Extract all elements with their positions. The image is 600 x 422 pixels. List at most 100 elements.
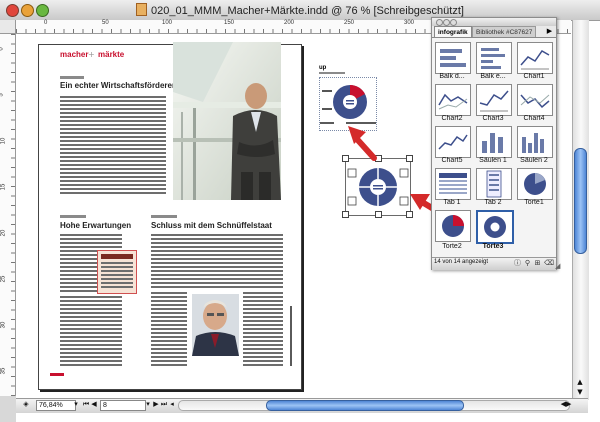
item-label: Torte2	[442, 243, 462, 250]
zoom-dropdown-icon[interactable]: ▾	[72, 399, 80, 409]
item-label: Chart2	[441, 115, 463, 122]
vertical-ruler[interactable]: 0 5 10 15 20 25 30 35	[0, 34, 16, 396]
last-page-icon[interactable]: ⏭	[160, 399, 168, 409]
bar-chart-icon	[440, 49, 466, 67]
infographic-label: up	[319, 65, 327, 71]
search-icon[interactable]: ⚲	[524, 260, 531, 267]
text-column-5[interactable]	[151, 292, 187, 366]
ruler-label: 300	[404, 20, 415, 26]
ruler-label: 35	[0, 367, 7, 375]
vertical-scroll-thumb[interactable]	[574, 148, 587, 254]
ruler-origin[interactable]	[0, 20, 16, 34]
donut-chart-icon	[484, 216, 506, 238]
bar-chart-icon	[481, 48, 505, 69]
headline-1[interactable]: Ein echter Wirtschaftsförderer	[60, 81, 175, 90]
item-torte3[interactable]	[476, 210, 514, 244]
table-icon	[486, 170, 502, 198]
brand-macher: macher	[60, 50, 89, 59]
ruler-label: 15	[0, 183, 7, 191]
line-chart-icon	[438, 134, 468, 150]
item-tab-2[interactable]	[476, 168, 512, 200]
item-saeulen-1[interactable]	[476, 126, 512, 158]
embedded-table[interactable]	[97, 250, 137, 294]
item-tab-1[interactable]	[435, 168, 471, 200]
item-label: Chart1	[523, 73, 545, 80]
item-chart5[interactable]	[435, 126, 471, 158]
kicker-line-2	[60, 215, 86, 218]
next-page-icon[interactable]: ▶	[152, 399, 160, 409]
item-label: Tab 2	[484, 199, 502, 206]
ruler-label: 250	[344, 20, 355, 26]
kicker-line-3	[151, 215, 177, 218]
palette-zoom-button[interactable]	[450, 19, 457, 26]
zoom-field[interactable]: 76,84%	[36, 400, 76, 411]
column-chart-icon	[482, 133, 503, 153]
ruler-label: 0	[0, 47, 5, 50]
scroll-left-arrow[interactable]: ◀▶	[560, 399, 572, 409]
item-label: Tab 1	[443, 199, 461, 206]
preview-toggle-icon[interactable]: ◈	[20, 399, 32, 409]
item-chart4[interactable]	[517, 84, 553, 116]
new-item-icon[interactable]: ⊞	[534, 260, 541, 267]
palette-footer: 14 von 14 angezeigt ⓘ ⚲ ⊞ ⌫	[432, 257, 556, 270]
ruler-label: 150	[224, 20, 235, 26]
bottom-left-corner	[0, 396, 16, 422]
text-column-3[interactable]	[60, 296, 122, 366]
item-label: Säulen 2	[520, 157, 548, 164]
item-label: Chart4	[523, 115, 545, 122]
ruler-label: 50	[102, 20, 109, 26]
item-chart3[interactable]	[476, 84, 512, 116]
trash-icon[interactable]: ⌫	[544, 260, 554, 267]
item-chart2[interactable]	[435, 84, 471, 116]
item-label: Balk d...	[439, 73, 465, 80]
line-chart-icon	[520, 50, 550, 70]
table-header	[101, 254, 133, 259]
kicker-line	[60, 76, 84, 79]
item-label: Chart3	[482, 115, 504, 122]
scroll-up-arrow[interactable]: ▲	[574, 377, 586, 387]
item-label: Chart5	[441, 157, 463, 164]
headline-3[interactable]: Schluss mit dem Schnüffelstaat	[151, 221, 272, 230]
text-column-1[interactable]	[60, 96, 166, 196]
palette-close-button[interactable]	[436, 19, 443, 26]
item-torte2[interactable]	[435, 210, 471, 242]
arrow-up-left	[353, 135, 377, 161]
ruler-label: 30	[0, 321, 7, 329]
line-chart-icon	[479, 90, 509, 112]
item-saeulen-2[interactable]	[517, 126, 553, 158]
item-balk-d[interactable]	[435, 42, 471, 74]
text-column-6[interactable]	[243, 292, 283, 366]
item-label: Balk e...	[480, 73, 506, 80]
item-label: Torte1	[524, 199, 544, 206]
text-column-4[interactable]	[151, 234, 283, 290]
window-title: 020_01_MMM_Macher+Märkte.indd @ 76 % [Sc…	[151, 5, 464, 17]
ruler-label: 0	[44, 20, 48, 26]
line-chart-icon	[438, 93, 468, 110]
businessman-image	[173, 42, 281, 200]
table-icon	[439, 173, 467, 194]
first-page-icon[interactable]: ⏮	[82, 399, 90, 409]
photo-businessman[interactable]	[173, 42, 281, 200]
page-field[interactable]: 8	[100, 400, 146, 411]
status-scroll-left[interactable]: ◂	[168, 399, 176, 409]
palette-titlebar[interactable]	[432, 18, 556, 26]
palette-menu-icon[interactable]: ▶	[545, 26, 554, 37]
info-icon[interactable]: ⓘ	[514, 260, 521, 267]
column-chart-icon	[522, 133, 544, 153]
photo-portrait[interactable]	[192, 294, 239, 356]
page-dropdown-icon[interactable]: ▾	[144, 399, 152, 409]
item-chart1[interactable]	[517, 42, 553, 74]
prev-page-icon[interactable]: ◀	[90, 399, 98, 409]
library-palette[interactable]: infografik Bibliothek #C87627 ▶ Balk d..…	[431, 17, 557, 270]
headline-2[interactable]: Hohe Erwartungen	[60, 221, 131, 230]
ruler-label: 10	[0, 137, 7, 145]
palette-minimize-button[interactable]	[443, 19, 450, 26]
item-count: 14 von 14 angezeigt	[434, 259, 489, 265]
palette-resize-handle[interactable]: ◢	[555, 262, 563, 270]
pie-chart-icon	[524, 173, 546, 195]
item-balk-e[interactable]	[476, 42, 512, 74]
item-torte1[interactable]	[517, 168, 553, 200]
line-chart-icon	[520, 94, 550, 109]
horizontal-scroll-thumb[interactable]	[266, 400, 464, 411]
scroll-down-arrow[interactable]: ▼	[574, 387, 586, 397]
